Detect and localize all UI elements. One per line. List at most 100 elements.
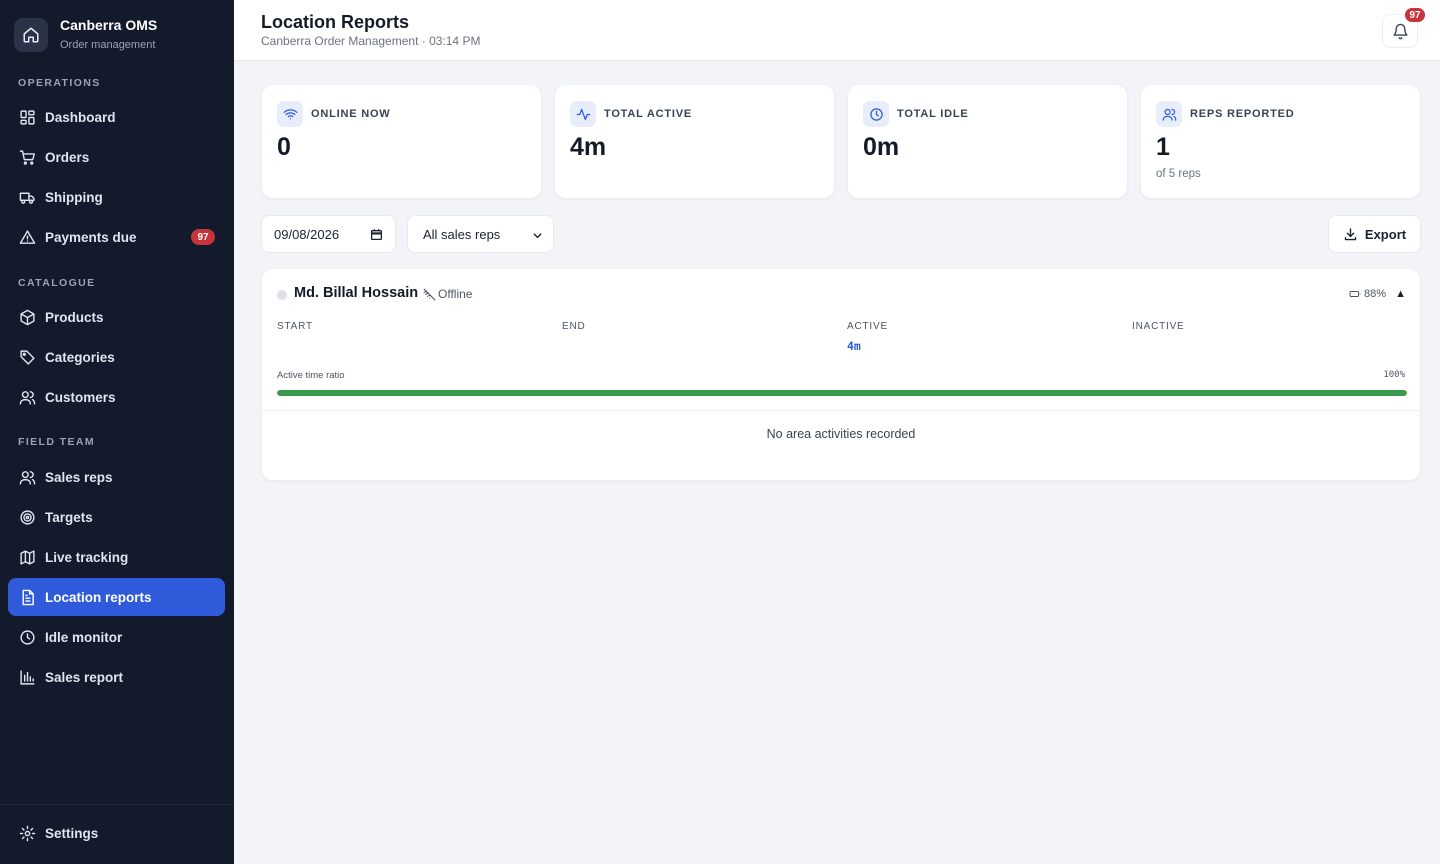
sidebar-item-targets[interactable]: Targets <box>8 498 225 536</box>
sidebar-item-dashboard[interactable]: Dashboard <box>8 98 225 136</box>
export-button[interactable]: Export <box>1328 215 1421 253</box>
ratio-label: Active time ratio <box>277 370 345 381</box>
grid-icon <box>18 108 36 126</box>
date-value: 09/08/2026 <box>274 226 340 242</box>
stat-label: ONLINE NOW <box>311 108 391 120</box>
sidebar-item-categories[interactable]: Categories <box>8 338 225 376</box>
wifi-icon <box>277 101 303 127</box>
sidebar-item-label: Products <box>45 309 104 325</box>
sidebar-item-label: Shipping <box>45 189 103 205</box>
brand-name: Canberra OMS <box>60 17 158 33</box>
section-title-catalogue: CATALOGUE <box>18 277 96 289</box>
page-subtitle: Canberra Order Management · 03:14 PM <box>261 34 481 48</box>
column-label-start: START <box>277 321 313 332</box>
sidebar-item-label: Customers <box>45 389 116 405</box>
sidebar-item-sales-report[interactable]: Sales report <box>8 658 225 696</box>
warning-icon <box>18 228 36 246</box>
stat-value: 0 <box>277 133 291 161</box>
column-label-inactive: INACTIVE <box>1132 321 1185 332</box>
sidebar-item-idle-monitor[interactable]: Idle monitor <box>8 618 225 656</box>
battery-level: 88% <box>1349 288 1386 300</box>
chevron-down-icon <box>532 230 543 241</box>
column-label-active: ACTIVE <box>847 321 888 332</box>
users-icon <box>18 468 36 486</box>
cart-icon <box>18 148 36 166</box>
sidebar: Canberra OMS Order management OPERATIONS… <box>0 0 234 864</box>
users-icon <box>1156 101 1182 127</box>
sidebar-item-label: Categories <box>45 349 115 365</box>
section-title-operations: OPERATIONS <box>18 77 101 89</box>
sales-rep-select-value: All sales reps <box>423 226 501 242</box>
date-input[interactable]: 09/08/2026 <box>261 215 396 253</box>
battery-value: 88% <box>1363 288 1386 300</box>
wifi-off-icon <box>423 288 436 301</box>
download-icon <box>1343 227 1358 242</box>
box-icon <box>18 308 36 326</box>
sidebar-item-label: Dashboard <box>45 109 116 125</box>
sidebar-item-label: Live tracking <box>45 549 129 565</box>
column-label-end: END <box>562 321 586 332</box>
home-icon <box>14 17 48 52</box>
notification-badge: 97 <box>1404 7 1426 23</box>
ratio-progress-bar <box>277 390 1407 396</box>
sidebar-item-label: Sales report <box>45 669 124 685</box>
sidebar-item-label: Orders <box>45 149 90 165</box>
payments-due-badge: 97 <box>191 229 215 245</box>
stat-label: REPS REPORTED <box>1190 108 1295 120</box>
sidebar-item-orders[interactable]: Orders <box>8 138 225 176</box>
ratio-percent: 100% <box>1383 370 1405 380</box>
stat-card-total-active: TOTAL ACTIVE 4m <box>554 84 835 199</box>
stat-note: of 5 reps <box>1156 168 1201 180</box>
clock-icon <box>863 101 889 127</box>
stat-value: 4m <box>570 133 607 161</box>
sidebar-item-label: Payments due <box>45 229 137 245</box>
truck-icon <box>18 188 36 206</box>
header: Location Reports Canberra Order Manageme… <box>234 0 1440 61</box>
brand-subtitle: Order management <box>60 39 156 51</box>
calendar-icon[interactable] <box>370 228 383 241</box>
sidebar-item-location-reports[interactable]: Location reports <box>8 578 225 616</box>
bar-chart-icon <box>18 668 36 686</box>
rep-status: Offline <box>423 287 472 301</box>
sidebar-item-label: Location reports <box>45 589 152 605</box>
sidebar-item-settings[interactable]: Settings <box>8 814 225 852</box>
section-title-field-team: FIELD TEAM <box>18 436 95 448</box>
rep-name: Md. Billal Hossain <box>294 285 419 301</box>
sidebar-item-label: Targets <box>45 509 93 525</box>
export-label: Export <box>1364 226 1407 242</box>
battery-icon <box>1349 288 1361 300</box>
stat-label: TOTAL IDLE <box>897 108 969 120</box>
sidebar-item-products[interactable]: Products <box>8 298 225 336</box>
target-icon <box>18 508 36 526</box>
page-title: Location Reports <box>261 12 410 32</box>
rep-report-card: Md. Billal Hossain Offline 88% ▲ START E… <box>261 268 1421 481</box>
stat-label: TOTAL ACTIVE <box>604 108 693 120</box>
map-icon <box>18 548 36 566</box>
sidebar-item-sales-reps[interactable]: Sales reps <box>8 458 225 496</box>
bell-icon <box>1392 23 1409 40</box>
sidebar-item-shipping[interactable]: Shipping <box>8 178 225 216</box>
file-text-icon <box>18 588 36 606</box>
empty-state-message: No area activities recorded <box>766 427 916 441</box>
stat-card-reps-reported: REPS REPORTED 1 of 5 reps <box>1140 84 1421 199</box>
sidebar-item-live-tracking[interactable]: Live tracking <box>8 538 225 576</box>
sidebar-item-customers[interactable]: Customers <box>8 378 225 416</box>
clock-icon <box>18 628 36 646</box>
ratio-progress-fill <box>277 390 1407 396</box>
brand[interactable]: Canberra OMS Order management <box>14 16 157 53</box>
stat-value: 0m <box>863 133 900 161</box>
sidebar-item-label: Idle monitor <box>45 629 123 645</box>
stat-card-online-now: ONLINE NOW 0 <box>261 84 542 199</box>
rep-status-dot <box>277 290 287 300</box>
users-icon <box>18 388 36 406</box>
collapse-toggle[interactable]: ▲ <box>1395 288 1406 300</box>
rep-status-label: Offline <box>438 287 473 301</box>
active-value: 4m <box>847 339 861 353</box>
sidebar-item-label: Settings <box>45 825 99 841</box>
sidebar-divider <box>0 804 234 805</box>
sidebar-item-payments-due[interactable]: Payments due 97 <box>8 218 225 256</box>
sidebar-item-label: Sales reps <box>45 469 113 485</box>
report-divider <box>262 410 1420 411</box>
sales-rep-select[interactable]: All sales reps <box>407 215 554 253</box>
stat-card-total-idle: TOTAL IDLE 0m <box>847 84 1128 199</box>
